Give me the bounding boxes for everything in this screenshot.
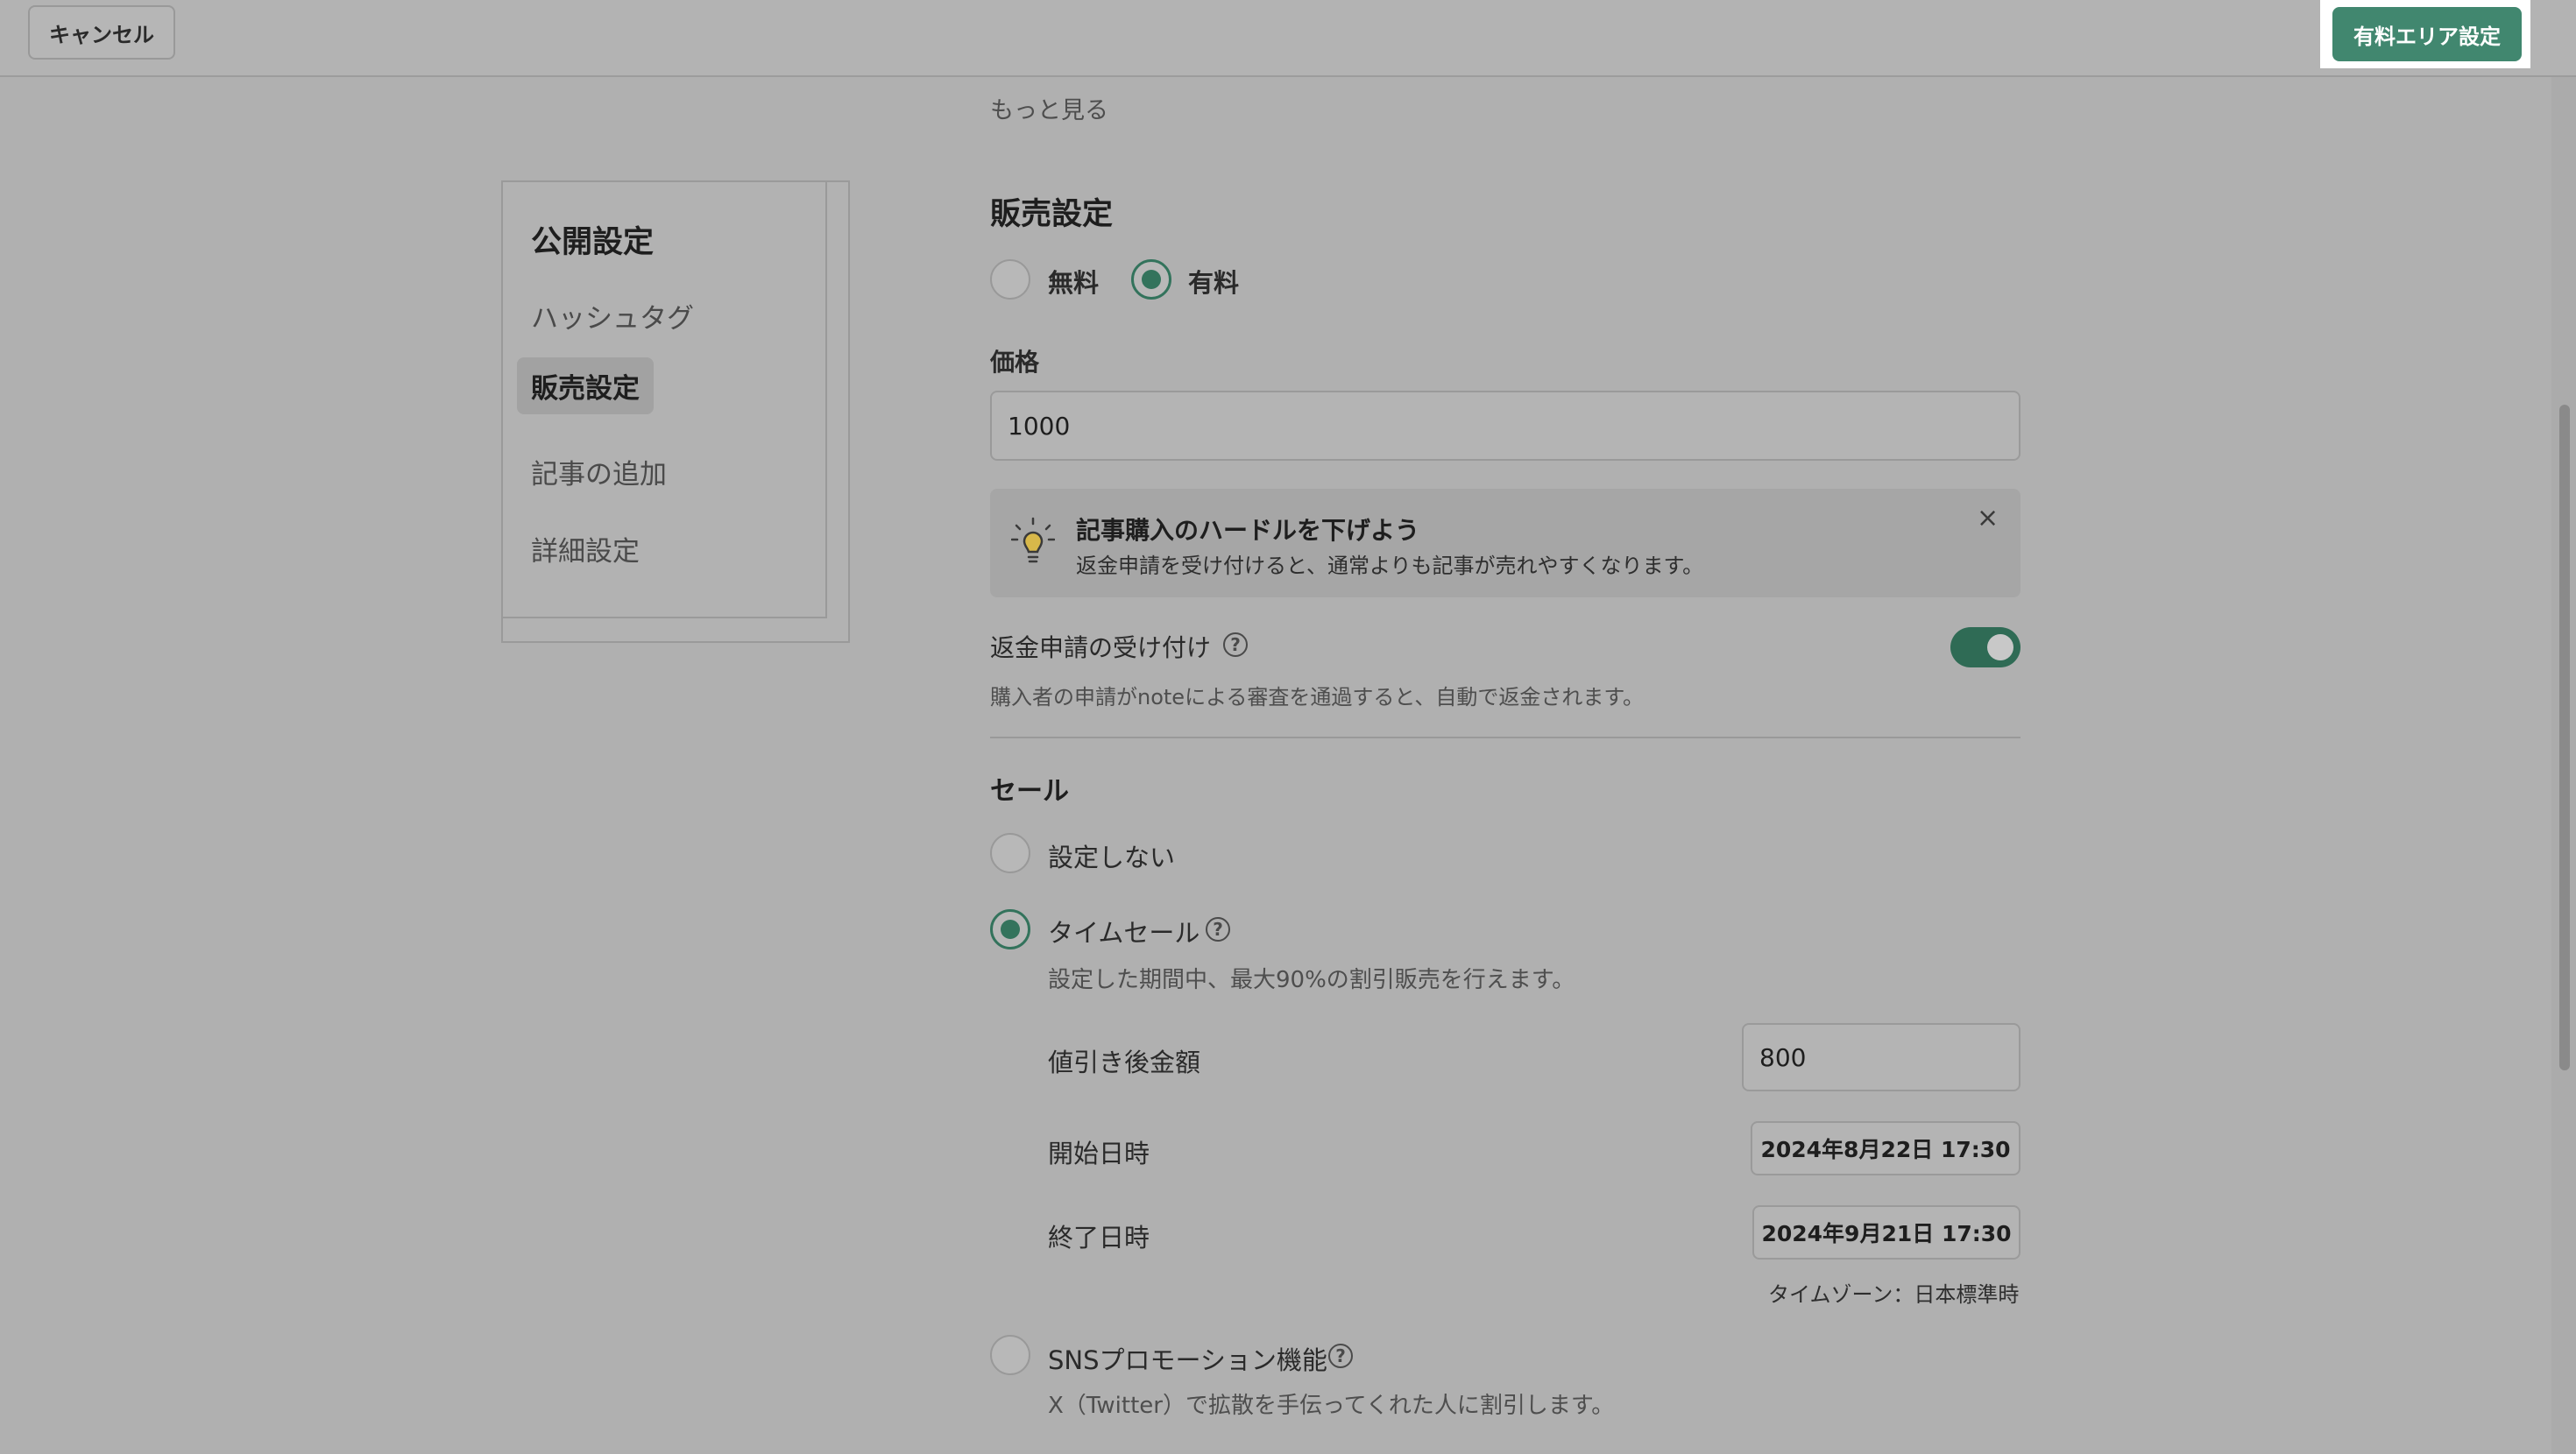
sidenav-item-hashtag[interactable]: ハッシュタグ xyxy=(531,296,694,335)
sidenav-item-sales[interactable]: 販売設定 xyxy=(517,357,654,414)
scrollbar-thumb[interactable] xyxy=(2559,405,2570,1070)
tip-box: 記事購入のハードルを下げよう 返金申請を受け付けると、通常よりも記事が売れやすく… xyxy=(990,489,2020,597)
help-icon[interactable]: ? xyxy=(1206,917,1230,942)
lightbulb-icon xyxy=(1011,517,1055,563)
price-input[interactable]: 1000 xyxy=(990,391,2020,461)
refund-label: 返金申請の受け付け xyxy=(990,633,1212,662)
radio-free-label: 無料 xyxy=(1048,268,1100,298)
radio-no-sale[interactable] xyxy=(990,833,1030,873)
paid-area-settings-button[interactable]: 有料エリア設定 xyxy=(2332,7,2522,61)
radio-time-sale-label: タイムセール xyxy=(1048,918,1200,948)
radio-sns-promotion[interactable] xyxy=(990,1335,1030,1375)
refund-description: 購入者の申請がnoteによる審査を通過すると、自動で返金されます。 xyxy=(990,685,1644,709)
discount-price-label: 値引き後金額 xyxy=(1048,1048,1201,1077)
cancel-button[interactable]: キャンセル xyxy=(28,5,175,60)
help-icon[interactable]: ? xyxy=(1328,1344,1353,1368)
sidenav-panel: 公開設定 ハッシュタグ 販売設定 記事の追加 詳細設定 xyxy=(503,182,827,618)
help-icon[interactable]: ? xyxy=(1223,632,1248,657)
end-date-label: 終了日時 xyxy=(1048,1223,1150,1253)
end-date-button[interactable]: 2024年9月21日 17:30 xyxy=(1752,1205,2020,1260)
timezone-note: タイムゾーン：日本標準時 xyxy=(1768,1282,2020,1307)
tip-text: 返金申請を受け付けると、通常よりも記事が売れやすくなります。 xyxy=(1076,554,1704,578)
sales-settings-title: 販売設定 xyxy=(990,197,1114,232)
discount-price-input[interactable]: 800 xyxy=(1742,1023,2020,1091)
divider xyxy=(990,737,2020,738)
price-label: 価格 xyxy=(990,348,1040,377)
radio-paid-label: 有料 xyxy=(1188,268,1240,298)
time-sale-description: 設定した期間中、最大90%の割引販売を行えます。 xyxy=(1048,967,1575,993)
radio-free[interactable] xyxy=(990,259,1030,300)
sale-title: セール xyxy=(990,776,1069,807)
top-bar: キャンセル xyxy=(0,0,2576,77)
sidenav-title: 公開設定 xyxy=(531,225,655,260)
sidenav-item-add-article[interactable]: 記事の追加 xyxy=(531,452,667,491)
tip-title: 記事購入のハードルを下げよう xyxy=(1076,516,1420,545)
refund-toggle[interactable] xyxy=(1950,627,2020,667)
sns-promotion-description: X（Twitter）で拡散を手伝ってくれた人に割引します。 xyxy=(1048,1393,1615,1419)
sidenav-item-advanced[interactable]: 詳細設定 xyxy=(531,529,640,568)
radio-no-sale-label: 設定しない xyxy=(1048,843,1176,872)
radio-sns-promotion-label: SNSプロモーション機能 xyxy=(1048,1345,1327,1375)
close-icon[interactable]: × xyxy=(1977,503,1999,533)
radio-paid[interactable] xyxy=(1131,259,1171,300)
radio-time-sale[interactable] xyxy=(990,909,1030,949)
start-date-label: 開始日時 xyxy=(1048,1139,1150,1168)
settings-sidenav: 公開設定 ハッシュタグ 販売設定 記事の追加 詳細設定 xyxy=(501,180,850,643)
start-date-button[interactable]: 2024年8月22日 17:30 xyxy=(1751,1121,2020,1175)
more-link[interactable]: もっと見る xyxy=(990,91,1108,125)
